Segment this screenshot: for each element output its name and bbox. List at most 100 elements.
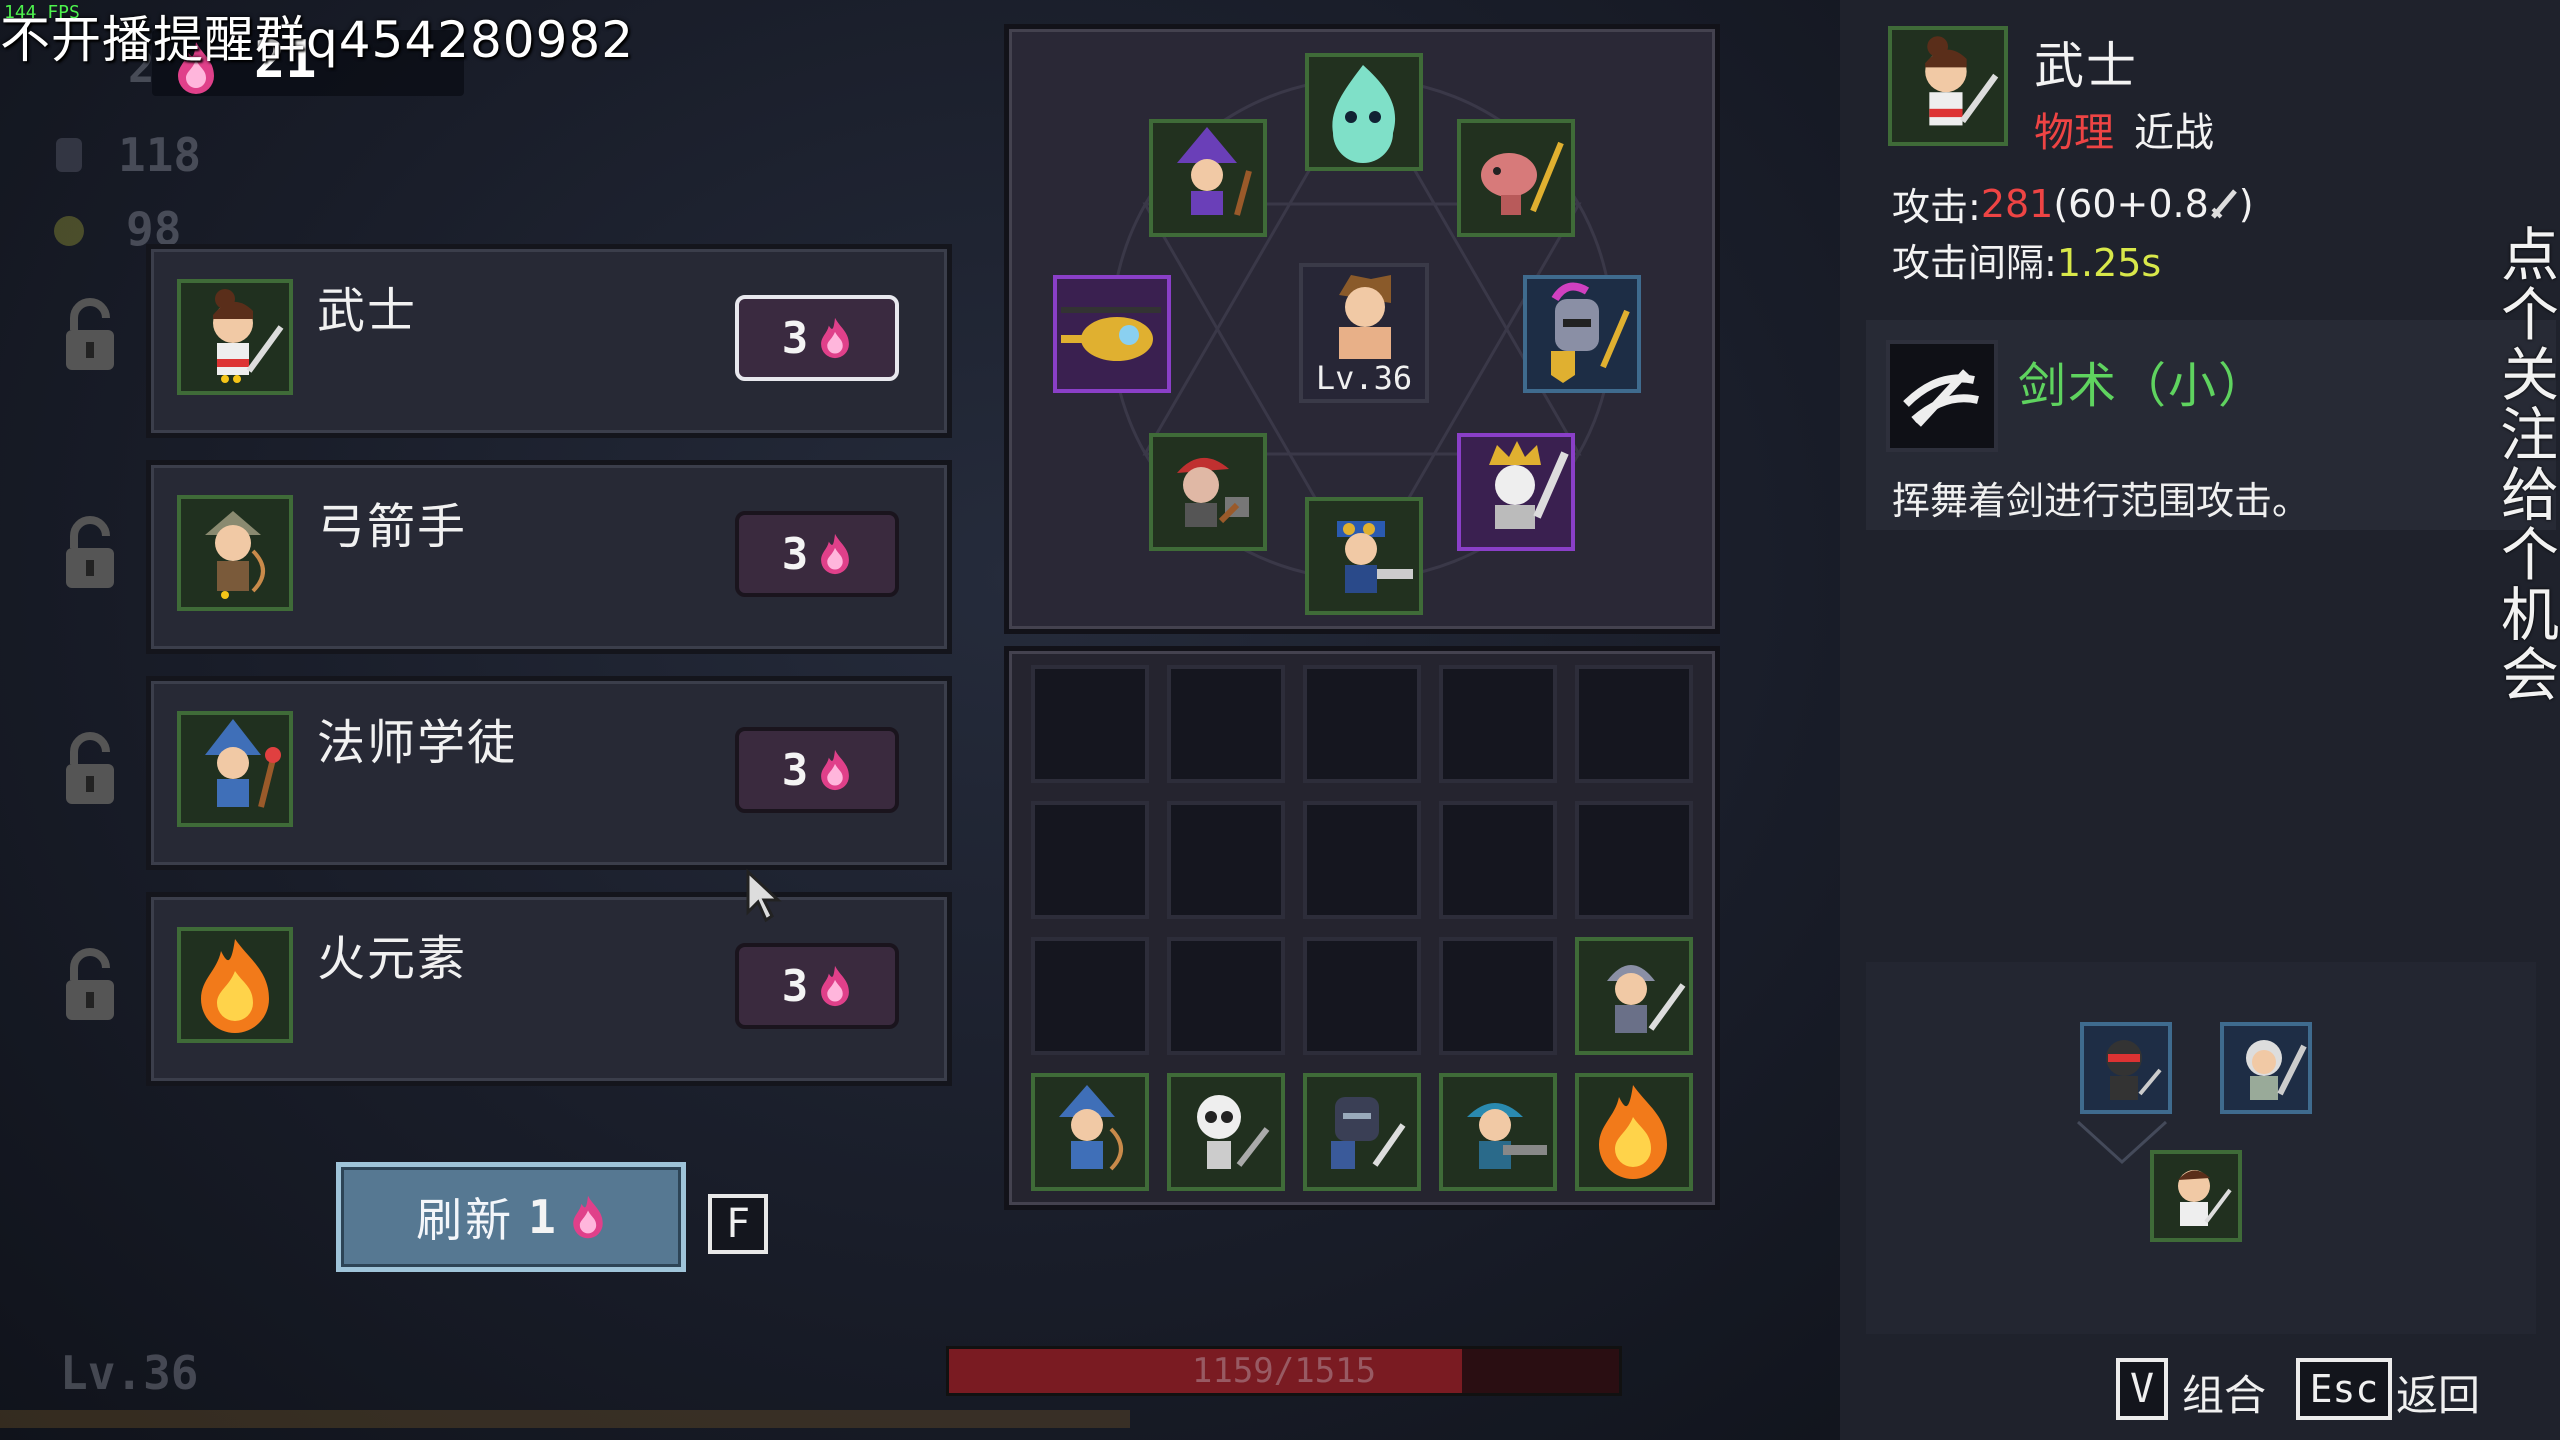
xp-bar bbox=[0, 1410, 1130, 1428]
bench-slot[interactable] bbox=[1575, 665, 1693, 783]
cost-value: 3 bbox=[781, 312, 809, 364]
refresh-label: 刷新 bbox=[416, 1193, 515, 1247]
archer-icon bbox=[177, 495, 293, 611]
buy-fire-elemental-button[interactable]: 3 bbox=[735, 943, 899, 1029]
range-type: 近战 bbox=[2134, 110, 2214, 156]
shop-card-name: 弓箭手 bbox=[317, 499, 468, 555]
coin-icon bbox=[54, 216, 84, 246]
unit-slot-boar[interactable] bbox=[1457, 119, 1575, 237]
fire-currency-icon bbox=[821, 317, 850, 359]
interval-label: 攻击间隔: bbox=[1892, 241, 2057, 285]
refresh-cost: 1 bbox=[528, 1190, 556, 1244]
combo-unit-samurai[interactable] bbox=[2150, 1150, 2242, 1242]
fire-currency-icon bbox=[821, 965, 850, 1007]
cost-value: 3 bbox=[781, 960, 809, 1012]
samurai-icon bbox=[1888, 26, 2008, 146]
combo-unit-swordswoman[interactable] bbox=[2220, 1022, 2312, 1114]
combo-hotkey: V bbox=[2116, 1358, 2168, 1420]
bench-slot-archer[interactable] bbox=[1031, 1073, 1149, 1191]
hero-level: Lv.36 bbox=[1315, 359, 1413, 397]
bench-slot[interactable] bbox=[1439, 937, 1557, 1055]
combo-button[interactable]: 组合 bbox=[2182, 1362, 2266, 1423]
combo-connector bbox=[2076, 1120, 2168, 1165]
buy-mage-apprentice-button[interactable]: 3 bbox=[735, 727, 899, 813]
bench-slot[interactable] bbox=[1031, 665, 1149, 783]
fire-elemental-icon bbox=[177, 927, 293, 1043]
damage-type: 物理 bbox=[2034, 110, 2114, 156]
unlock-icon[interactable] bbox=[62, 298, 118, 374]
unit-slot-witch[interactable] bbox=[1149, 119, 1267, 237]
bench-slot[interactable] bbox=[1303, 665, 1421, 783]
shop-card-fire-elemental[interactable]: 火元素 3 bbox=[146, 892, 952, 1086]
bench-slot[interactable] bbox=[1031, 801, 1149, 919]
buy-samurai-button[interactable]: 3 bbox=[735, 295, 899, 381]
cost-value: 3 bbox=[781, 744, 809, 796]
attack-stat: 攻击: 281 (60+0.8 ) bbox=[1892, 176, 2254, 231]
stream-overlay-text: 不开播提醒群q454280982 bbox=[0, 11, 635, 69]
attack-formula: (60+0.8 bbox=[2053, 181, 2209, 226]
bench-panel bbox=[1004, 646, 1720, 1210]
bench-slot[interactable] bbox=[1439, 665, 1557, 783]
mage-apprentice-icon bbox=[177, 711, 293, 827]
skill-description: 挥舞着剑进行范围攻击。 bbox=[1892, 479, 2311, 523]
buy-archer-button[interactable]: 3 bbox=[735, 511, 899, 597]
back-button[interactable]: 返回 bbox=[2396, 1362, 2480, 1423]
attack-formula-end: ) bbox=[2238, 181, 2254, 226]
bench-slot[interactable] bbox=[1167, 801, 1285, 919]
bench-slot[interactable] bbox=[1167, 665, 1285, 783]
unit-slot-knight[interactable] bbox=[1523, 275, 1641, 393]
cost-value: 3 bbox=[781, 528, 809, 580]
bench-slot[interactable] bbox=[1167, 937, 1285, 1055]
bench-slot[interactable] bbox=[1031, 937, 1149, 1055]
shop-card-name: 法师学徒 bbox=[317, 715, 518, 771]
combo-unit-ninja[interactable] bbox=[2080, 1022, 2172, 1114]
back-hotkey: Esc bbox=[2296, 1358, 2392, 1420]
attack-label: 攻击: bbox=[1892, 185, 1981, 229]
bench-slot[interactable] bbox=[1303, 937, 1421, 1055]
skill-name: 剑术（小） bbox=[2018, 358, 2269, 414]
fire-currency-icon bbox=[573, 1195, 603, 1239]
shop-card-samurai[interactable]: 武士 3 bbox=[146, 244, 952, 438]
bench-slot[interactable] bbox=[1303, 801, 1421, 919]
fire-currency-icon bbox=[821, 749, 850, 791]
bench-slot-swordswoman[interactable] bbox=[1575, 937, 1693, 1055]
shop-card-name: 火元素 bbox=[317, 931, 468, 987]
player-level-faded: Lv.36 bbox=[60, 1346, 199, 1400]
bench-slot-dark-knight[interactable] bbox=[1303, 1073, 1421, 1191]
mouse-cursor-icon bbox=[746, 868, 782, 923]
bench-slot-fire-elemental[interactable] bbox=[1575, 1073, 1693, 1191]
shop-card-archer[interactable]: 弓箭手 3 bbox=[146, 460, 952, 654]
unit-slot-pirate[interactable] bbox=[1149, 433, 1267, 551]
attack-value: 281 bbox=[1980, 181, 2054, 226]
samurai-icon bbox=[177, 279, 293, 395]
refresh-hotkey: F bbox=[708, 1194, 768, 1254]
sword-icon bbox=[2210, 188, 2237, 219]
hero-slot[interactable]: Lv.36 bbox=[1299, 263, 1429, 403]
sword-skill-icon bbox=[1886, 340, 1998, 452]
hp-text: 1159/1515 bbox=[1191, 1351, 1377, 1391]
vertical-overlay-text: 点个关注，给个机会 bbox=[2500, 221, 2560, 709]
interval-value: 1.25s bbox=[2056, 241, 2162, 285]
shop-card-name: 武士 bbox=[317, 283, 418, 339]
unit-slot-skeleton-king[interactable] bbox=[1457, 433, 1575, 551]
bench-slot-skeleton[interactable] bbox=[1167, 1073, 1285, 1191]
fire-currency-icon bbox=[821, 533, 850, 575]
formation-panel: Lv.36 bbox=[1004, 24, 1720, 634]
unlock-icon[interactable] bbox=[62, 516, 118, 592]
crystal-count-faded: 118 bbox=[118, 128, 202, 182]
unlock-icon[interactable] bbox=[62, 732, 118, 808]
interval-stat: 攻击间隔:1.25s bbox=[1892, 232, 2161, 287]
combo-tree bbox=[1866, 962, 2536, 1334]
unit-slot-helicopter[interactable] bbox=[1053, 275, 1171, 393]
unlock-icon[interactable] bbox=[62, 948, 118, 1024]
unit-slot-spirit[interactable] bbox=[1305, 53, 1423, 171]
fps-counter: 144 FPS bbox=[4, 2, 80, 23]
hp-bar: 1159/1515 bbox=[946, 1346, 1622, 1396]
refresh-shop-button[interactable]: 刷新 1 bbox=[336, 1162, 686, 1272]
unit-name: 武士 bbox=[2034, 37, 2138, 95]
bench-slot[interactable] bbox=[1439, 801, 1557, 919]
shop-card-mage-apprentice[interactable]: 法师学徒 3 bbox=[146, 676, 952, 870]
bench-slot-gunner[interactable] bbox=[1439, 1073, 1557, 1191]
unit-slot-gunner[interactable] bbox=[1305, 497, 1423, 615]
bench-slot[interactable] bbox=[1575, 801, 1693, 919]
